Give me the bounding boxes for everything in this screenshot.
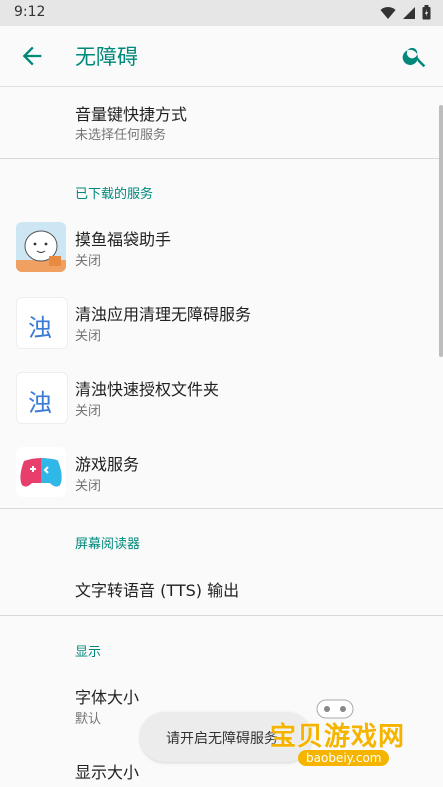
status-bar: 9:12: [0, 0, 443, 26]
divider: [0, 508, 443, 509]
back-arrow-icon[interactable]: [18, 42, 46, 70]
signal-icon: [403, 6, 415, 19]
section-display: 显示: [75, 645, 102, 660]
tts-output-item[interactable]: 文字转语音 (TTS) 输出: [0, 561, 443, 615]
service-status: 关闭: [75, 329, 102, 344]
app-bar: 无障碍: [0, 26, 443, 87]
volume-shortcut-title: 音量键快捷方式: [75, 105, 188, 124]
qingzhuo-icon-glyph: 浊: [28, 314, 52, 342]
service-title: 清浊快速授权文件夹: [75, 380, 220, 399]
section-screen-reader: 屏幕阅读器: [75, 537, 141, 552]
scrollbar[interactable]: [439, 105, 443, 357]
qingzhuo-app-icon: 浊: [16, 297, 68, 349]
search-icon[interactable]: [401, 42, 429, 70]
qingzhuo-icon-glyph: 浊: [28, 389, 52, 417]
service-title: 游戏服务: [75, 455, 140, 474]
section-downloaded-services: 已下载的服务: [75, 187, 154, 202]
wifi-icon: [380, 6, 396, 19]
watermark-logo: 宝贝游戏网 baobeiy.com: [270, 696, 435, 776]
service-item-moyu[interactable]: 摸鱼福袋助手 关闭: [0, 217, 443, 287]
status-icons: [380, 5, 431, 20]
service-title: 清浊应用清理无障碍服务: [75, 305, 252, 324]
settings-list: 音量键快捷方式 未选择任何服务 已下载的服务 摸鱼福袋助手 关闭 浊 清浊应用清…: [0, 87, 443, 782]
service-item-game[interactable]: 游戏服务 关闭: [0, 442, 443, 512]
service-status: 关闭: [75, 254, 102, 269]
service-item-qingzhuo-cleaner[interactable]: 浊 清浊应用清理无障碍服务 关闭: [0, 292, 443, 362]
toast-text: 请开启无障碍服务: [166, 731, 278, 747]
page-title: 无障碍: [75, 45, 138, 69]
font-size-value: 默认: [75, 712, 102, 727]
tts-output-title: 文字转语音 (TTS) 输出: [75, 581, 240, 600]
service-title: 摸鱼福袋助手: [75, 230, 172, 249]
service-status: 关闭: [75, 404, 102, 419]
battery-icon: [422, 5, 431, 20]
service-status: 关闭: [75, 479, 102, 494]
font-size-title: 字体大小: [75, 688, 140, 707]
divider: [0, 158, 443, 159]
moyu-app-icon: [16, 222, 66, 272]
game-service-icon: [16, 447, 66, 497]
display-size-title: 显示大小: [75, 763, 140, 782]
qingzhuo-app-icon: 浊: [16, 372, 68, 424]
watermark-brand: 宝贝游戏网: [270, 722, 406, 752]
volume-shortcut-subtitle: 未选择任何服务: [75, 128, 167, 143]
status-time: 9:12: [14, 4, 46, 20]
service-item-qingzhuo-folder[interactable]: 浊 清浊快速授权文件夹 关闭: [0, 367, 443, 437]
volume-shortcut-item[interactable]: 音量键快捷方式 未选择任何服务: [0, 87, 443, 159]
watermark-domain: baobeiy.com: [298, 750, 390, 766]
divider: [0, 615, 443, 616]
